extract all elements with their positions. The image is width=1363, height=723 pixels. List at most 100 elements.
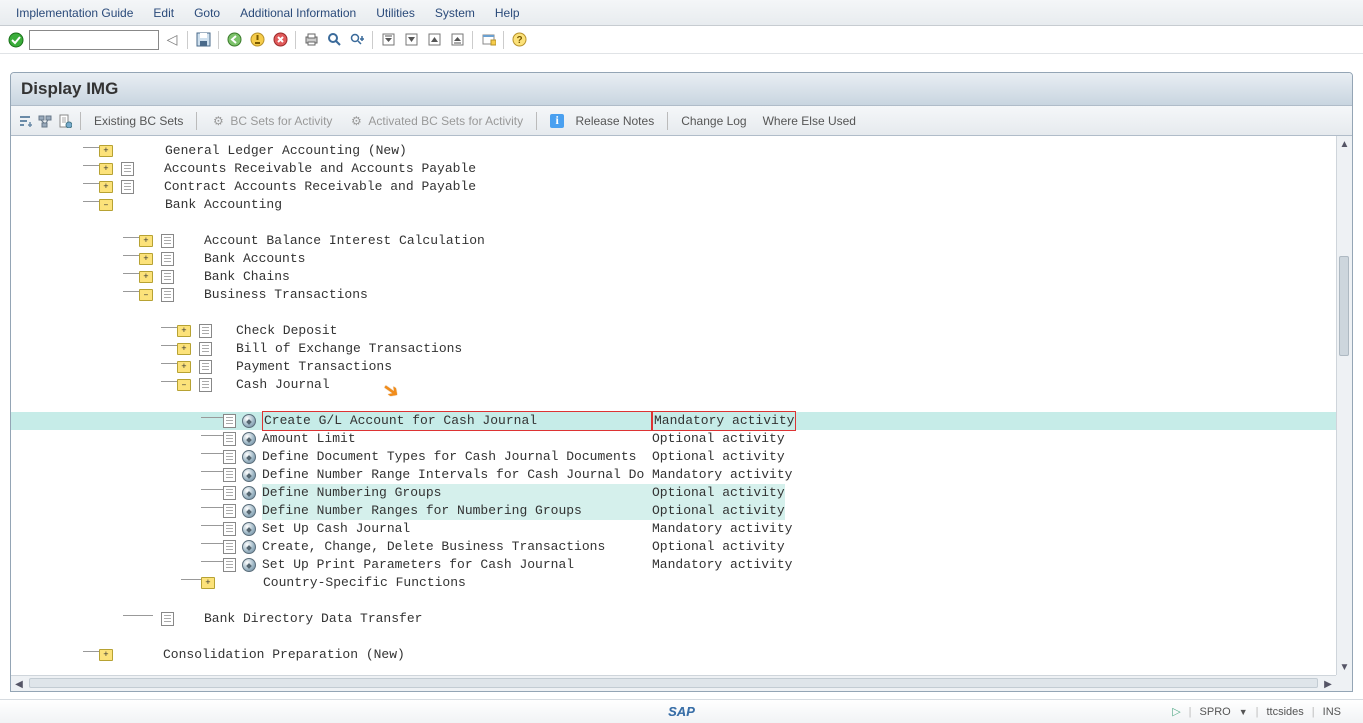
doc-icon[interactable] (223, 468, 236, 482)
tree-node[interactable]: Bank Directory Data Transfer (11, 610, 1336, 628)
enter-icon[interactable] (6, 30, 26, 50)
menu-edit[interactable]: Edit (143, 2, 184, 24)
cancel-icon[interactable] (270, 30, 290, 50)
status-nav-icon[interactable]: ▷ (1172, 705, 1180, 718)
tree-node[interactable]: +Consolidation Preparation (New) (11, 646, 1336, 664)
scroll-left-icon[interactable]: ◀ (11, 676, 27, 691)
doc-icon[interactable] (199, 360, 212, 374)
collapse-icon[interactable]: – (139, 289, 153, 301)
print-icon[interactable] (301, 30, 321, 50)
expand-icon[interactable]: + (99, 163, 113, 175)
back-history-icon[interactable]: ◁ (162, 30, 182, 50)
menu-additional-info[interactable]: Additional Information (230, 2, 366, 24)
tree-node[interactable]: +Contract Accounts Receivable and Payabl… (11, 178, 1336, 196)
tree-node[interactable]: +Country-Specific Functions (11, 574, 1336, 592)
save-icon[interactable] (193, 30, 213, 50)
tree-activity[interactable]: Amount LimitOptional activity (11, 430, 1336, 448)
execute-icon[interactable] (242, 450, 256, 464)
tree-node[interactable]: –Cash Journal (11, 376, 1336, 394)
execute-icon[interactable] (242, 414, 256, 428)
execute-icon[interactable] (242, 522, 256, 536)
exit-icon[interactable] (247, 30, 267, 50)
doc-icon[interactable] (161, 252, 174, 266)
doc-icon[interactable] (223, 450, 236, 464)
menu-utilities[interactable]: Utilities (366, 2, 425, 24)
expand-icon[interactable]: + (139, 253, 153, 265)
expand-icon[interactable]: + (201, 577, 215, 589)
execute-icon[interactable] (242, 504, 256, 518)
doc-icon[interactable] (223, 522, 236, 536)
tree-activity[interactable]: Define Numbering GroupsOptional activity (11, 484, 1336, 502)
tree-activity[interactable]: Set Up Print Parameters for Cash Journal… (11, 556, 1336, 574)
execute-icon[interactable] (242, 486, 256, 500)
expand-icon[interactable]: + (99, 145, 113, 157)
horizontal-scrollbar[interactable]: ◀ ▶ (11, 675, 1336, 691)
expand-icon[interactable]: + (139, 271, 153, 283)
expand-icon[interactable]: + (99, 181, 113, 193)
collapse-icon[interactable]: – (177, 379, 191, 391)
doc-icon[interactable] (161, 612, 174, 626)
scroll-right-icon[interactable]: ▶ (1320, 676, 1336, 691)
doc-icon[interactable] (199, 324, 212, 338)
command-field[interactable] (29, 30, 159, 50)
expand-subtree-icon[interactable] (17, 113, 33, 129)
scroll-track[interactable] (29, 678, 1318, 688)
tree-node[interactable]: +Payment Transactions (11, 358, 1336, 376)
existing-bc-sets-button[interactable]: Existing BC Sets (88, 112, 189, 130)
doc-icon[interactable] (121, 162, 134, 176)
tree-node[interactable]: +Account Balance Interest Calculation (11, 232, 1336, 250)
release-notes-button[interactable]: i Release Notes (544, 112, 660, 130)
execute-icon[interactable] (242, 468, 256, 482)
doc-icon[interactable] (161, 270, 174, 284)
find-next-icon[interactable] (347, 30, 367, 50)
help-icon[interactable]: ? (509, 30, 529, 50)
last-page-icon[interactable] (447, 30, 467, 50)
doc-icon[interactable] (223, 486, 236, 500)
expand-icon[interactable]: + (139, 235, 153, 247)
menu-system[interactable]: System (425, 2, 485, 24)
tree-activity[interactable]: Create, Change, Delete Business Transact… (11, 538, 1336, 556)
expand-icon[interactable]: + (177, 343, 191, 355)
back-icon[interactable] (224, 30, 244, 50)
change-log-button[interactable]: Change Log (675, 112, 752, 130)
doc-icon[interactable] (199, 342, 212, 356)
tree-node[interactable]: +Bill of Exchange Transactions (11, 340, 1336, 358)
tree-node[interactable]: –Business Transactions (11, 286, 1336, 304)
tree-node[interactable]: +Check Deposit (11, 322, 1336, 340)
doc-icon[interactable] (223, 540, 236, 554)
first-page-icon[interactable] (378, 30, 398, 50)
new-session-icon[interactable] (478, 30, 498, 50)
where-else-used-button[interactable]: Where Else Used (757, 112, 862, 130)
tree-activity[interactable]: Define Document Types for Cash Journal D… (11, 448, 1336, 466)
doc-icon[interactable] (161, 234, 174, 248)
doc-icon[interactable] (161, 288, 174, 302)
execute-icon[interactable] (242, 558, 256, 572)
dropdown-icon[interactable]: ▼ (1239, 707, 1248, 717)
doc-icon[interactable] (223, 432, 236, 446)
expand-icon[interactable]: + (177, 361, 191, 373)
menu-implementation-guide[interactable]: Implementation Guide (6, 2, 143, 24)
menu-help[interactable]: Help (485, 2, 530, 24)
tree-node[interactable]: +General Ledger Accounting (New) (11, 142, 1336, 160)
tree-node[interactable]: +Bank Chains (11, 268, 1336, 286)
next-page-icon[interactable] (424, 30, 444, 50)
scroll-up-icon[interactable]: ▲ (1337, 136, 1352, 152)
doc-icon[interactable] (223, 558, 236, 572)
vertical-scrollbar[interactable]: ▲ ▼ (1336, 136, 1352, 675)
prev-page-icon[interactable] (401, 30, 421, 50)
expand-icon[interactable]: + (177, 325, 191, 337)
activated-bc-sets-button[interactable]: ⚙Activated BC Sets for Activity (342, 111, 529, 131)
doc-icon[interactable] (199, 378, 212, 392)
attributes-icon[interactable] (57, 113, 73, 129)
tree-node[interactable]: –Bank Accounting (11, 196, 1336, 214)
tree-node[interactable]: +Accounts Receivable and Accounts Payabl… (11, 160, 1336, 178)
execute-icon[interactable] (242, 432, 256, 446)
find-icon[interactable] (324, 30, 344, 50)
where-used-icon[interactable] (37, 113, 53, 129)
tree-node[interactable]: +Bank Accounts (11, 250, 1336, 268)
menu-goto[interactable]: Goto (184, 2, 230, 24)
tree-activity[interactable]: Define Number Range Intervals for Cash J… (11, 466, 1336, 484)
doc-icon[interactable] (223, 504, 236, 518)
execute-icon[interactable] (242, 540, 256, 554)
tree-activity[interactable]: Define Number Ranges for Numbering Group… (11, 502, 1336, 520)
